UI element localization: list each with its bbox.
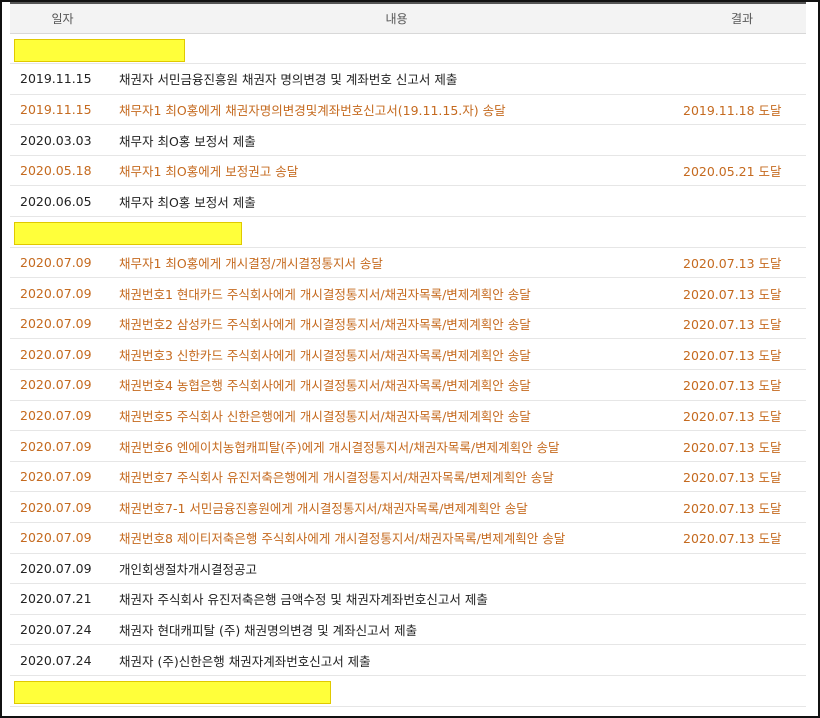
row-content: 개인회생절차개시결정공고 bbox=[119, 561, 258, 577]
row-content: 신청서접수 bbox=[115, 33, 678, 64]
row-date: 2020.07.09 bbox=[20, 346, 92, 362]
table-row: 2020.07.09 채권번호2 삼성카드 주식회사에게 개시결정통지서/채권자목… bbox=[10, 308, 806, 339]
row-result bbox=[678, 125, 806, 156]
row-result: 2019.11.18 도달 bbox=[683, 102, 782, 118]
row-date: 2019.11.15 bbox=[20, 101, 92, 117]
case-progress-frame: 일자 내용 결과 2019.11.11신청서접수2019.11.15채권자 서민… bbox=[0, 0, 820, 718]
highlight-box bbox=[14, 222, 243, 246]
table-row: 2020.07.09 채권번호8 제이티저축은행 주식회사에게 개시결정통지서/채… bbox=[10, 523, 806, 554]
row-date: 2020.07.09 bbox=[20, 560, 92, 576]
row-result bbox=[678, 186, 806, 217]
table-row: 2020.07.09 채권번호5 주식회사 신한은행에게 개시결정통지서/채권자목… bbox=[10, 400, 806, 431]
table-row: 2020.07.09 채권번호7-1 서민금융진흥원에게 개시결정통지서/채권자목… bbox=[10, 492, 806, 523]
row-result: 2020.05.21 도달 bbox=[683, 164, 782, 180]
table-row: 2020.07.24 채권자 (주)신한은행 채권자계좌번호신고서 제출 bbox=[10, 645, 806, 676]
row-result: 2020.07.13 도달 bbox=[683, 286, 782, 302]
row-content: 채권번호7-1 서민금융진흥원에게 개시결정통지서/채권자목록/변제계획안 송달 bbox=[119, 500, 528, 516]
row-content: 채권자 서민금융진흥원 채권자 명의변경 및 계좌번호 신고서 제출 bbox=[119, 72, 458, 88]
row-date: 2020.07.24 bbox=[20, 652, 92, 668]
row-result bbox=[678, 614, 806, 645]
row-date: 2020.06.05 bbox=[20, 193, 92, 209]
row-result bbox=[678, 553, 806, 584]
row-result: 2020.07.13 도달 bbox=[683, 347, 782, 363]
row-date: 2020.07.09 bbox=[20, 530, 92, 546]
table-row: 2020.05.18 채무자1 최O홍에게 보정권고 송달 2020.05.21 도… bbox=[10, 155, 806, 186]
table-row: 2020.06.05 채무자 최O홍 보정서 제출 bbox=[10, 186, 806, 217]
header-date: 일자 bbox=[10, 3, 115, 34]
header-result: 결과 bbox=[678, 3, 806, 34]
row-result: 2020.07.13 도달 bbox=[683, 500, 782, 516]
row-content: 채권번호8 제이티저축은행 주식회사에게 개시결정통지서/채권자목록/변제계획안… bbox=[119, 531, 566, 547]
row-content: 채권자 현대캐피탈 (주) 채권명의변경 및 계좌신고서 제출 bbox=[119, 623, 418, 639]
table-row: 2020.07.09 개인회생절차개시결정공고 bbox=[10, 553, 806, 584]
row-date: 2020.03.03 bbox=[20, 132, 92, 148]
highlight-box bbox=[14, 38, 185, 62]
row-result bbox=[678, 33, 806, 64]
row-result bbox=[678, 217, 806, 248]
table-row: 2020.07.21 채권자 주식회사 유진저축은행 금액수정 및 채권자계좌번호… bbox=[10, 584, 806, 615]
row-content: 채권번호6 엔에이치농협캐피탈(주)에게 개시결정통지서/채권자목록/변제계획안… bbox=[119, 439, 560, 455]
row-date: 2019.11.15 bbox=[20, 71, 92, 87]
highlight-box bbox=[14, 681, 332, 705]
row-content: 채권번호4 농협은행 주식회사에게 개시결정통지서/채권자목록/변제계획안 송달 bbox=[119, 378, 531, 394]
row-content: 채권번호2 삼성카드 주식회사에게 개시결정통지서/채권자목록/변제계획안 송달 bbox=[119, 317, 531, 333]
row-result: 2020.07.13 도달 bbox=[683, 255, 782, 271]
row-result: 2020.07.13 도달 bbox=[683, 378, 782, 394]
row-content: 채무자 최O홍 보정서 제출 bbox=[119, 194, 256, 210]
table-row: 2020.07.24 채권자 현대캐피탈 (주) 채권명의변경 및 계좌신고서 제… bbox=[10, 614, 806, 645]
row-result: 2020.07.13 도달 bbox=[683, 531, 782, 547]
row-date: 2020.07.09 bbox=[20, 377, 92, 393]
row-content: 채무자1 최O홍에게 채권자명의변경및계좌번호신고서(19.11.15.자) 송… bbox=[119, 102, 506, 118]
row-date: 2020.05.18 bbox=[20, 163, 92, 179]
row-date: 2020.07.09 bbox=[20, 499, 92, 515]
row-result bbox=[678, 675, 806, 706]
row-content: 채권자 (주)신한은행 채권자계좌번호신고서 제출 bbox=[119, 653, 371, 669]
row-content: 채권자 주식회사 유진저축은행 금액수정 및 채권자계좌번호신고서 제출 bbox=[119, 592, 488, 608]
case-progress-table: 일자 내용 결과 2019.11.11신청서접수2019.11.15채권자 서민… bbox=[10, 2, 806, 707]
row-date: 2020.07.09 bbox=[20, 285, 92, 301]
row-date: 2020.07.21 bbox=[20, 591, 92, 607]
row-result bbox=[678, 64, 806, 95]
table-row: 2020.07.09 채권번호4 농협은행 주식회사에게 개시결정통지서/채권자목… bbox=[10, 370, 806, 401]
table-row: 2019.11.15 채무자1 최O홍에게 채권자명의변경및계좌번호신고서(19.… bbox=[10, 94, 806, 125]
table-row: 2020.07.09 채권번호3 신한카드 주식회사에게 개시결정통지서/채권자목… bbox=[10, 339, 806, 370]
row-result: 2020.07.13 도달 bbox=[683, 317, 782, 333]
row-date: 2020.07.09 bbox=[20, 254, 92, 270]
table-row: 2020.07.09 채무자1 최O홍에게 개시결정/개시결정통지서 송달 2020… bbox=[10, 247, 806, 278]
row-result: 2020.07.13 도달 bbox=[683, 439, 782, 455]
row-content: 채무자1 최O홍에게 보정권고 송달 bbox=[119, 164, 299, 180]
row-date: 2020.07.09 bbox=[20, 316, 92, 332]
row-content: 채권번호3 신한카드 주식회사에게 개시결정통지서/채권자목록/변제계획안 송달 bbox=[119, 347, 531, 363]
row-date: 2020.07.09 bbox=[20, 407, 92, 423]
row-content: 채권번호1 현대카드 주식회사에게 개시결정통지서/채권자목록/변제계획안 송달 bbox=[119, 286, 531, 302]
table-row: 2020.03.03 채무자 최O홍 보정서 제출 bbox=[10, 125, 806, 156]
table-header-row: 일자 내용 결과 bbox=[10, 3, 806, 34]
table-row: 2020.07.09 채권번호7 주식회사 유진저축은행에게 개시결정통지서/채권… bbox=[10, 461, 806, 492]
row-content: 채권번호5 주식회사 신한은행에게 개시결정통지서/채권자목록/변제계획안 송달 bbox=[119, 408, 531, 424]
row-content: 채권번호7 주식회사 유진저축은행에게 개시결정통지서/채권자목록/변제계획안 … bbox=[119, 470, 554, 486]
header-content: 내용 bbox=[115, 3, 678, 34]
row-content: 채무자1 최O홍에게 개시결정/개시결정통지서 송달 bbox=[119, 255, 383, 271]
table-row: 2019.11.15 채권자 서민금융진흥원 채권자 명의변경 및 계좌번호 신고… bbox=[10, 64, 806, 95]
row-date: 2020.07.09 bbox=[20, 438, 92, 454]
table-row: 2020.07.09 채권번호6 엔에이치농협캐피탈(주)에게 개시결정통지서/채… bbox=[10, 431, 806, 462]
row-date: 2020.07.09 bbox=[20, 469, 92, 485]
row-result bbox=[678, 645, 806, 676]
table-row: 2020.07.09 채권번호1 현대카드 주식회사에게 개시결정통지서/채권자목… bbox=[10, 278, 806, 309]
row-date: 2020.07.24 bbox=[20, 622, 92, 638]
row-result bbox=[678, 584, 806, 615]
row-result: 2020.07.13 도달 bbox=[683, 470, 782, 486]
row-result: 2020.07.13 도달 bbox=[683, 408, 782, 424]
row-content: 채무자 최O홍 보정서 제출 bbox=[119, 133, 256, 149]
